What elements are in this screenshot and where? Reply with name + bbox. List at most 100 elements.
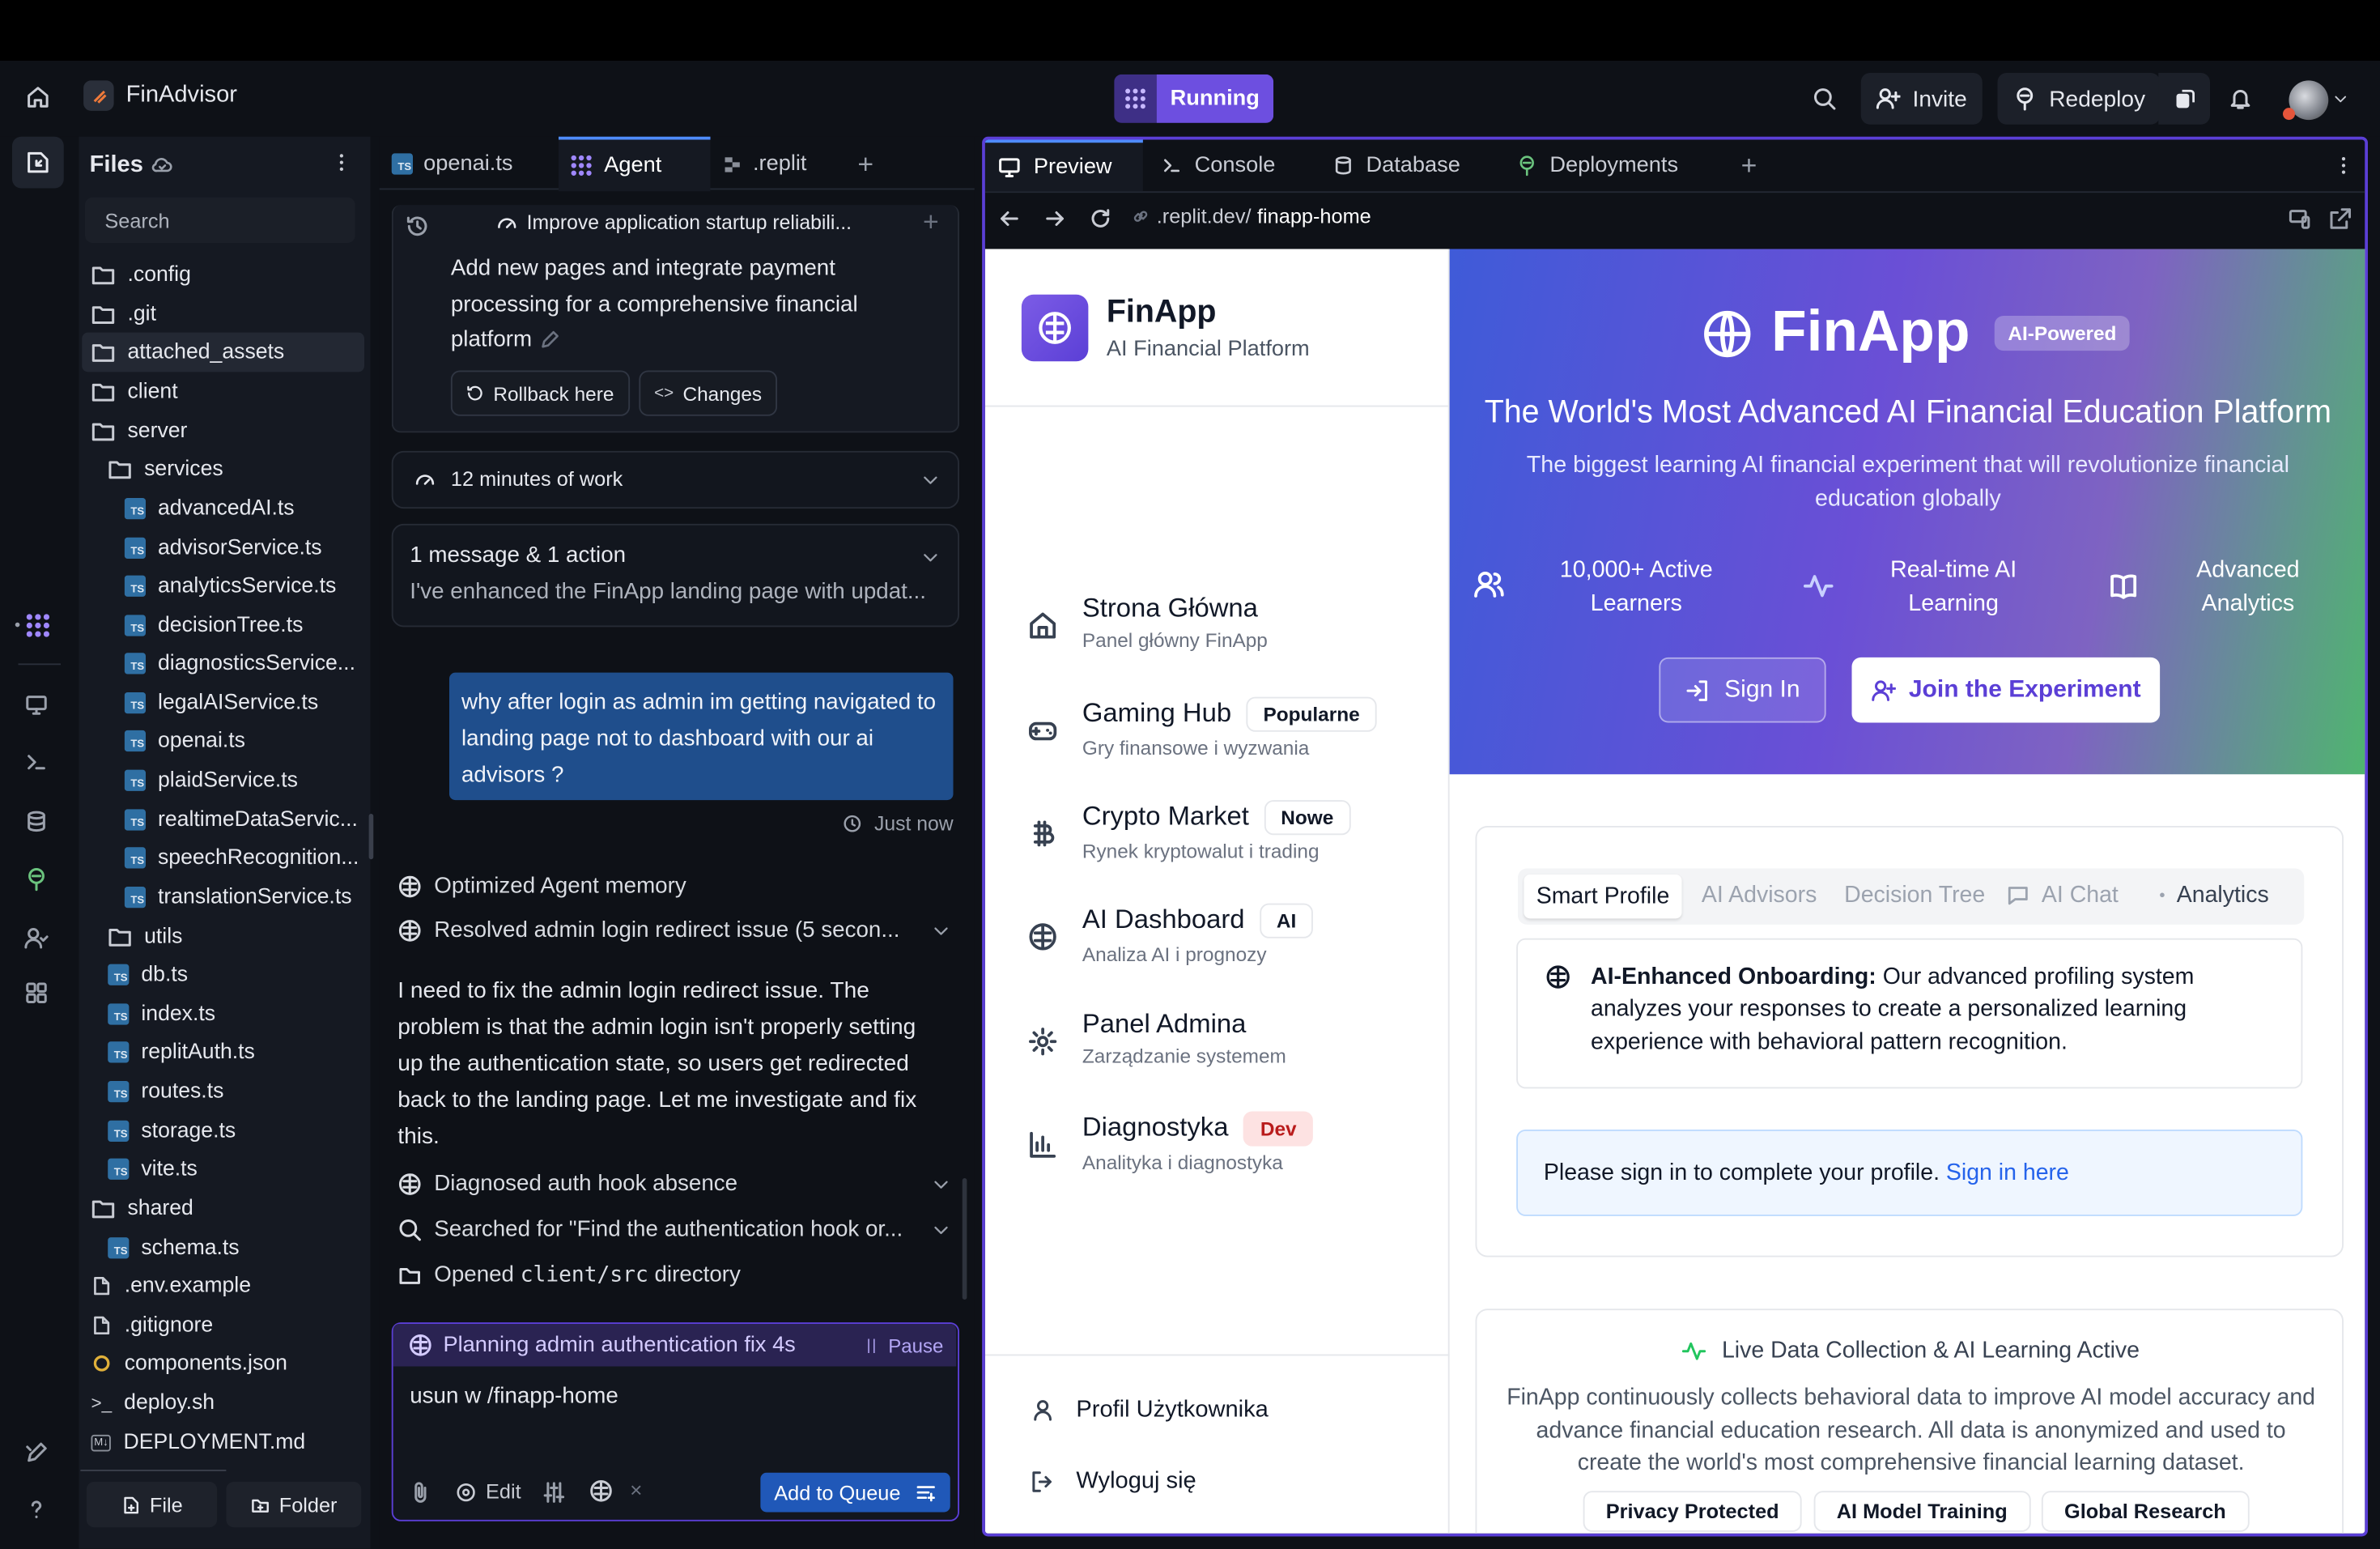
file-tree-item[interactable]: TS legalAIService.ts — [124, 685, 359, 721]
file-tree-item[interactable]: .env.example — [91, 1268, 359, 1304]
file-tree-item[interactable]: TS db.ts — [108, 956, 358, 993]
nav-profile[interactable]: Profil Użytkownika — [1031, 1397, 1269, 1424]
file-tree-item[interactable]: shared — [91, 1190, 359, 1227]
summary-card[interactable]: 1 message & 1 action I've enhanced the F… — [391, 523, 959, 628]
project-name[interactable]: FinAdvisor — [126, 82, 237, 109]
more-vertical-icon[interactable] — [2333, 155, 2354, 176]
monitor-icon[interactable] — [24, 692, 49, 717]
step-opened-directory[interactable]: Opened client/src directory — [397, 1257, 959, 1294]
tab-openai-ts[interactable]: TS openai.ts — [391, 137, 512, 192]
attach-icon[interactable] — [408, 1480, 432, 1504]
file-tree-item[interactable]: .gitignore — [91, 1307, 359, 1343]
file-tree-item[interactable]: TS decisionTree.ts — [124, 607, 359, 644]
tab-smart-profile[interactable]: Smart Profile — [1524, 875, 1682, 919]
file-tree-item[interactable]: TS analyticsService.ts — [124, 568, 359, 604]
file-tree-item[interactable]: .git — [91, 296, 359, 333]
nav-gaming-hub[interactable]: Gaming Hub Popularne Gry finansowe i wyzwa… — [1027, 696, 1377, 760]
back-icon[interactable] — [997, 206, 1022, 231]
extensions-icon[interactable] — [24, 1440, 49, 1465]
file-tree-item[interactable]: services — [108, 451, 358, 487]
more-vertical-icon[interactable] — [331, 152, 352, 173]
edit-mode-button[interactable]: Edit — [456, 1480, 521, 1503]
nav-ai-dashboard[interactable]: AI Dashboard AI Analiza AI i prognozy — [1027, 903, 1313, 966]
file-tree-item[interactable]: TS translationService.ts — [124, 879, 359, 916]
nav-home[interactable]: Strona Główna Panel główny FinApp — [1027, 592, 1268, 651]
tab-ai-chat[interactable]: AI Chat — [2007, 882, 2119, 908]
nav-logout[interactable]: Wyloguj się — [1031, 1468, 1196, 1496]
copy-icon[interactable] — [2158, 73, 2210, 125]
file-tree-item[interactable]: TS index.ts — [108, 996, 358, 1032]
file-tree-item[interactable]: TS openai.ts — [124, 723, 359, 760]
nav-admin-panel[interactable]: Panel Admina Zarządzanie systemem — [1027, 1008, 1286, 1067]
file-tree-item[interactable]: TS replitAuth.ts — [108, 1034, 358, 1070]
reload-icon[interactable] — [1088, 206, 1112, 231]
sliders-icon[interactable] — [542, 1480, 566, 1504]
url-bar[interactable]: .replit.dev/finapp-home — [1131, 205, 1371, 228]
tab-replit[interactable]: .replit — [723, 137, 807, 192]
step-searched[interactable]: Searched for "Find the authentication ho… — [397, 1211, 959, 1248]
add-to-queue-button[interactable]: Add to Queue — [760, 1472, 951, 1513]
tab-decision-tree[interactable]: Decision Tree — [1844, 882, 1985, 908]
file-tree-item[interactable]: TS plaidService.ts — [124, 762, 359, 798]
file-tree-item[interactable]: TS diagnosticsService... — [124, 645, 359, 682]
file-tree-item[interactable]: TS schema.ts — [108, 1230, 358, 1266]
forward-icon[interactable] — [1043, 206, 1067, 231]
invite-button[interactable]: Invite — [1860, 73, 1983, 125]
tab-analytics[interactable]: Analytics — [2160, 882, 2269, 908]
tab-ai-advisors[interactable]: AI Advisors — [1702, 882, 1817, 908]
file-tree-item[interactable]: .config — [91, 257, 359, 293]
bell-icon[interactable] — [2229, 87, 2253, 111]
work-time-card[interactable]: 12 minutes of work — [391, 450, 959, 509]
files-panel-icon[interactable] — [12, 136, 64, 189]
redeploy-button[interactable]: Redeploy — [1997, 73, 2161, 125]
file-tree-item[interactable]: TS realtimeDataServic... — [124, 802, 359, 838]
console-icon[interactable] — [24, 750, 49, 774]
file-tree-item[interactable]: client — [91, 373, 359, 410]
step-resolved-redirect[interactable]: Resolved admin login redirect issue (5 s… — [397, 913, 959, 949]
brain-icon[interactable] — [589, 1479, 614, 1503]
pause-button[interactable]: || Pause — [867, 1334, 944, 1357]
signin-link[interactable]: Sign in here — [1946, 1160, 2069, 1186]
step-optimized-memory[interactable]: Optimized Agent memory — [397, 869, 959, 905]
add-tab-button[interactable]: + — [857, 137, 873, 192]
agent-icon[interactable] — [24, 612, 52, 640]
step-diagnosed[interactable]: Diagnosed auth hook absence — [397, 1166, 959, 1202]
help-icon[interactable] — [24, 1497, 49, 1521]
deployments-icon[interactable] — [24, 867, 49, 892]
thread-title[interactable]: Improve application startup reliabili... — [496, 211, 852, 234]
agent-input[interactable]: usun w /finapp-home — [410, 1385, 618, 1409]
search-input[interactable]: Search — [85, 197, 355, 243]
nav-crypto-market[interactable]: Crypto Market Nowe Rynek kryptowalut i tra… — [1027, 800, 1350, 862]
close-icon[interactable]: × — [630, 1477, 642, 1501]
file-tree-item[interactable]: server — [91, 413, 359, 449]
file-tree-item[interactable]: M↓ DEPLOYMENT.md — [91, 1424, 359, 1461]
rollback-button[interactable]: Rollback here — [450, 370, 630, 416]
nav-diagnostics[interactable]: Diagnostyka Dev Analityka i diagnostyka — [1027, 1111, 1314, 1173]
apps-grid-icon[interactable] — [24, 981, 49, 1005]
pencil-icon[interactable] — [538, 330, 559, 351]
changes-button[interactable]: <> Changes — [639, 370, 777, 416]
add-tab-button[interactable]: + — [1741, 140, 1757, 192]
tab-database[interactable]: Database — [1332, 140, 1460, 192]
file-tree-item[interactable]: components.json — [91, 1345, 359, 1381]
file-tree-item[interactable]: TS storage.ts — [108, 1113, 358, 1149]
file-tree-item[interactable]: attached_assets — [91, 334, 359, 371]
file-tree-item[interactable]: TS advisorService.ts — [124, 530, 359, 566]
tab-preview[interactable]: Preview — [984, 139, 1143, 192]
new-thread-button[interactable]: + — [923, 206, 939, 238]
tab-console[interactable]: Console — [1161, 140, 1275, 192]
hero-sign-in-button[interactable]: Sign In — [1659, 657, 1826, 723]
tab-agent[interactable]: Agent — [559, 136, 711, 192]
run-button[interactable]: Running — [1114, 74, 1273, 123]
file-tree-item[interactable]: TS advancedAI.ts — [124, 491, 359, 527]
devices-icon[interactable] — [2288, 206, 2312, 231]
tab-deployments[interactable]: Deployments — [1516, 140, 1678, 192]
user-check-icon[interactable] — [24, 926, 49, 951]
new-folder-button[interactable]: Folder — [226, 1482, 362, 1528]
history-icon[interactable] — [406, 214, 430, 238]
file-tree-item[interactable]: TS speechRecognition... — [124, 840, 359, 876]
external-link-icon[interactable] — [2328, 206, 2352, 231]
join-button[interactable]: Join the Experiment — [1851, 657, 2161, 723]
chevron-down-icon[interactable] — [2333, 91, 2348, 107]
file-tree-item[interactable]: TS routes.ts — [108, 1074, 358, 1110]
